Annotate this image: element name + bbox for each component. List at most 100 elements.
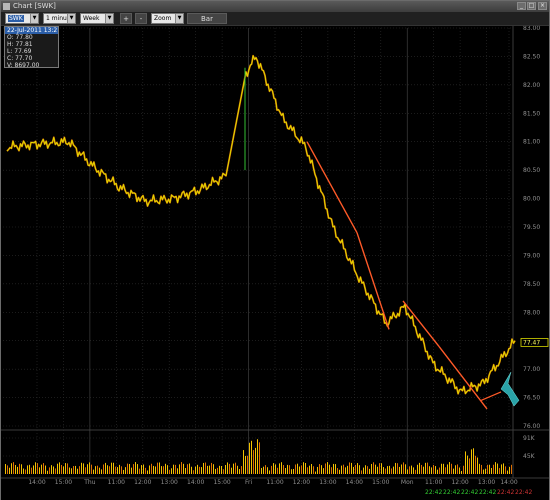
volume-bar — [287, 464, 288, 474]
volume-bar — [205, 462, 206, 474]
zoom-out-button[interactable]: - — [135, 13, 147, 24]
maximize-icon[interactable]: □ — [527, 2, 536, 10]
volume-bar — [413, 467, 414, 474]
volume-bar — [259, 442, 260, 474]
volume-bar — [385, 468, 386, 474]
time-tick-label: 11:00 — [266, 479, 283, 486]
volume-bar — [85, 467, 86, 474]
volume-bar — [99, 467, 100, 474]
volume-bar — [73, 466, 74, 474]
volume-bar — [181, 462, 182, 474]
volume-bar — [429, 466, 430, 474]
volume-bar — [81, 462, 82, 474]
volume-bar — [505, 466, 506, 474]
chevron-down-icon[interactable]: ▼ — [105, 14, 113, 23]
volume-bar — [379, 463, 380, 474]
price-tick-label: 76.50 — [523, 395, 540, 402]
minimize-icon[interactable]: _ — [517, 2, 526, 10]
zoom-in-button[interactable]: + — [120, 13, 132, 24]
volume-bar — [359, 465, 360, 474]
volume-bar — [211, 462, 212, 474]
time-tick-label: 12:00 — [293, 479, 310, 486]
chevron-down-icon[interactable]: ▼ — [30, 14, 38, 23]
symbol-input[interactable]: SWK ▼ — [5, 13, 39, 24]
volume-bar — [131, 467, 132, 474]
volume-bar — [455, 465, 456, 474]
volume-bar — [109, 466, 110, 474]
volume-bar — [75, 465, 76, 474]
volume-bar — [201, 467, 202, 474]
volume-bar — [403, 462, 404, 474]
status-clock-label: 22:42 — [461, 489, 478, 496]
volume-bar — [305, 463, 306, 474]
volume-bar — [371, 463, 372, 474]
info-open: O: 77.80 — [7, 34, 33, 41]
volume-bar — [145, 467, 146, 474]
status-clock-label: 22:42 — [515, 489, 532, 496]
volume-bar — [485, 468, 486, 474]
price-tick-label: 79.50 — [523, 224, 540, 231]
volume-bar — [261, 467, 262, 474]
volume-bar — [329, 464, 330, 474]
volume-bar — [303, 462, 304, 474]
volume-bar — [123, 469, 124, 474]
volume-bar — [457, 464, 458, 474]
price-tick-label: 77.00 — [523, 366, 540, 373]
interval-select[interactable]: 1 minute ▼ — [43, 13, 76, 24]
close-icon[interactable]: × — [538, 2, 547, 10]
volume-bar — [433, 464, 434, 474]
volume-bar — [235, 462, 236, 474]
info-high: H: 77.81 — [7, 41, 33, 48]
bar-button[interactable]: Bar — [187, 13, 227, 24]
volume-bar — [373, 462, 374, 474]
volume-bar — [77, 468, 78, 474]
volume-bar — [281, 462, 282, 474]
zoom-select[interactable]: Zoom ▼ — [151, 13, 184, 24]
volume-bar — [465, 451, 466, 474]
volume-bar — [57, 463, 58, 474]
volume-bar — [71, 468, 72, 474]
volume-bar — [313, 466, 314, 474]
volume-bar — [29, 464, 30, 474]
volume-bar — [9, 467, 10, 474]
volume-bar — [279, 463, 280, 474]
volume-bar — [499, 468, 500, 474]
volume-bar — [177, 468, 178, 474]
volume-bar — [55, 468, 56, 474]
price-chart[interactable]: 83.00 82.50 82.00 81.50 81.00 80.50 80.00 79.50… — [1, 26, 549, 500]
volume-bar — [233, 463, 234, 474]
volume-bar — [291, 469, 292, 474]
volume-bar — [23, 468, 24, 474]
volume-bar — [91, 464, 92, 474]
volume-bar — [155, 466, 156, 474]
time-tick-label: 15:00 — [372, 479, 389, 486]
volume-bar — [111, 462, 112, 474]
volume-bar — [483, 469, 484, 474]
volume-bar — [339, 469, 340, 474]
volume-bar — [159, 462, 160, 474]
volume-bar — [237, 465, 238, 474]
volume-bar — [361, 470, 362, 474]
volume-bar — [397, 463, 398, 474]
volume-bar — [251, 440, 252, 474]
volume-bar — [473, 448, 474, 474]
volume-bar — [467, 455, 468, 474]
volume-bar — [161, 466, 162, 474]
range-select[interactable]: Week ▼ — [80, 13, 114, 24]
chevron-down-icon[interactable]: ▼ — [175, 14, 183, 23]
volume-bar — [411, 465, 412, 474]
info-close: C: 77.70 — [7, 55, 33, 62]
volume-bar — [363, 467, 364, 474]
volume-bar — [173, 464, 174, 474]
volume-bar — [11, 463, 12, 474]
title-bar[interactable]: Chart [SWK] _ □ × — [1, 1, 549, 12]
volume-bar — [399, 466, 400, 474]
volume-bar — [367, 466, 368, 474]
volume-bar — [345, 467, 346, 474]
volume-bar — [15, 465, 16, 474]
volume-bar — [185, 468, 186, 474]
status-clock-label: 22:42 — [497, 489, 514, 496]
zoom-value: Zoom — [154, 15, 172, 22]
chevron-down-icon[interactable]: ▼ — [67, 14, 75, 23]
volume-bar — [441, 463, 442, 474]
